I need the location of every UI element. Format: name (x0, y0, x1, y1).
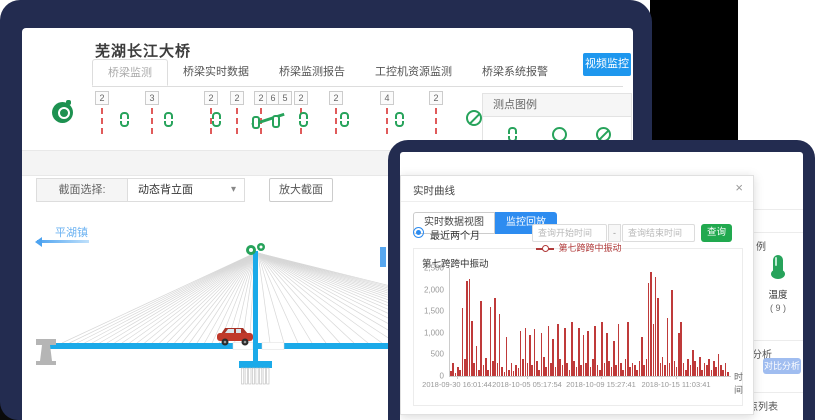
query-button[interactable]: 查询 (701, 224, 732, 242)
sensor-count-badge: 2 (329, 91, 343, 105)
town-label: 平湖镇 (55, 224, 88, 240)
dialog-header: 实时曲线 × (401, 176, 753, 202)
sensor-count-badge: 2 (294, 91, 308, 105)
zoom-section-button[interactable]: 放大截面 (269, 178, 333, 202)
sensor-dashline (435, 108, 437, 134)
date-range-separator: - (608, 224, 621, 242)
x-tick-label: 2018-10-09 15:27:41 (566, 380, 636, 389)
chart-bar (727, 372, 729, 376)
dialog-title: 实时曲线 (413, 183, 455, 198)
x-axis-line (449, 376, 731, 377)
legend-label: 第七跨跨中振动 (558, 243, 621, 253)
sensor-dashline (335, 108, 337, 134)
wind-sensor-icon[interactable] (52, 102, 73, 123)
main-tab-3[interactable]: 工控机资源监测 (360, 59, 467, 86)
page-title: 芜湖长江大桥 (95, 40, 191, 61)
radio-label: 最近两个月 (430, 227, 480, 242)
x-tick-label: 2018-10-05 05:17:54 (492, 380, 562, 389)
y-tick-label: 2,500 (424, 264, 444, 273)
y-tick-label: 1,500 (424, 307, 444, 316)
scrollbar-thumb[interactable] (380, 247, 386, 267)
video-monitor-button[interactable]: 视频监控 (583, 53, 631, 76)
section-select-label: 截面选择: (36, 178, 128, 202)
sensor-count-badge: 3 (145, 91, 159, 105)
sensor-dashline (101, 108, 103, 134)
temperature-sensor-block[interactable]: 温度 ( 9 ) (753, 255, 803, 313)
recent-two-months-radio[interactable] (413, 227, 424, 238)
main-tab-4[interactable]: 桥梁系统报警 (467, 59, 563, 86)
main-tab-1[interactable]: 桥梁实时数据 (168, 59, 264, 86)
x-axis-title: 时间 (734, 370, 743, 396)
thermometer-icon (773, 255, 783, 275)
sensor-dashline (236, 108, 238, 134)
bearing-sensor-icon[interactable] (251, 110, 285, 130)
sensor-dashline (386, 108, 388, 134)
sensor-count-badge: 2 (230, 91, 244, 105)
sensor-count-badge: 2 (204, 91, 218, 105)
sensor-count-badge: 2 (95, 91, 109, 105)
query-end-time-input[interactable] (622, 224, 695, 242)
modal-window-content: 例 温度 ( 9 ) 振动对比分析 对比分析 振动测点列表 实时曲线 × 实时数… (400, 152, 803, 420)
chain-link-sensor-icon[interactable] (395, 112, 404, 127)
temperature-label: 温度 (753, 287, 803, 301)
section-select-dropdown[interactable]: 动态背立面 ▾ (127, 178, 245, 202)
chain-link-sensor-icon[interactable] (120, 112, 129, 127)
legend-panel-title: 测点图例 (483, 94, 631, 117)
x-tick-label: 2018-09-30 16:01:44 (422, 380, 492, 389)
y-tick-label: 1,000 (424, 328, 444, 337)
query-start-time-input[interactable] (532, 224, 607, 242)
temperature-count: ( 9 ) (753, 303, 803, 313)
pylon-crossbeam (239, 361, 272, 368)
sensor-count-badge: 2 (429, 91, 443, 105)
chevron-down-icon: ▾ (231, 179, 236, 201)
screenshot-stage: 芜湖长江大桥 桥梁监测桥梁实时数据桥梁监测报告工控机资源监测桥梁系统报警 视频监… (0, 0, 815, 420)
close-icon[interactable]: × (735, 180, 743, 195)
desktop-black-region (650, 0, 738, 150)
left-abutment (36, 339, 56, 365)
pylon-piles (242, 368, 270, 384)
legend-marker-icon (536, 248, 554, 250)
main-tab-2[interactable]: 桥梁监测报告 (264, 59, 360, 86)
main-tab-0[interactable]: 桥梁监测 (92, 59, 168, 86)
vibration-chart: 第七跨跨中振动 第七跨跨中振动 2,5002,0001,5001,0005000… (413, 248, 743, 406)
modal-window-frame: 例 温度 ( 9 ) 振动对比分析 对比分析 振动测点列表 实时曲线 × 实时数… (388, 140, 815, 420)
chart-legend: 第七跨跨中振动 (414, 241, 744, 254)
main-tab-bar: 桥梁监测桥梁实时数据桥梁监测报告工控机资源监测桥梁系统报警 (92, 60, 623, 87)
sensor-count-badge: 5 (278, 91, 292, 105)
chain-link-sensor-icon[interactable] (340, 112, 349, 127)
no-entry-icon[interactable] (466, 110, 482, 126)
sensor-count-badge: 4 (380, 91, 394, 105)
chain-link-sensor-icon[interactable] (212, 112, 221, 127)
chart-bars (450, 268, 731, 376)
realtime-curve-dialog: 实时曲线 × 实时数据视图监控回放 最近两个月 - 查询 第七跨跨中振动 第七跨… (400, 175, 754, 415)
compare-analysis-button[interactable]: 对比分析 (763, 358, 801, 374)
bridge-pylon (253, 251, 258, 363)
chain-link-sensor-icon[interactable] (164, 112, 173, 127)
y-tick-label: 2,000 (424, 285, 444, 294)
y-tick-label: 500 (431, 350, 444, 359)
x-tick-label: 2018-10-15 11:03:41 (641, 380, 710, 389)
section-select-value: 动态背立面 (138, 184, 193, 196)
sensor-dashline (151, 108, 153, 134)
underlay-legend-header: 例 (756, 238, 766, 253)
chain-link-sensor-icon[interactable] (299, 112, 308, 127)
